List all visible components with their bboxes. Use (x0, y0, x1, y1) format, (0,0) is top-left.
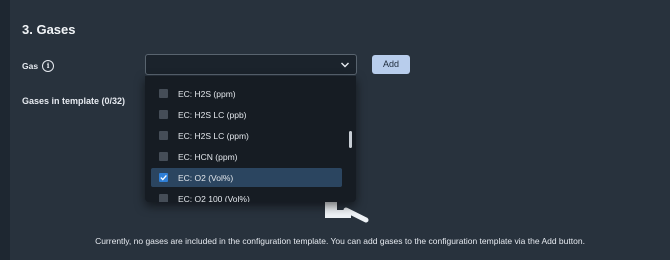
checkbox[interactable] (159, 89, 168, 98)
option-label: EC: O2 100 (Vol%) (178, 193, 250, 203)
chevron-down-icon[interactable] (340, 60, 350, 70)
checkbox-checked[interactable] (159, 173, 168, 182)
dropdown-option[interactable]: EC: H2S (ppm) (151, 84, 342, 103)
gas-dropdown-menu[interactable]: EC: H2S (ppm) EC: H2S LC (ppb) EC: H2S L… (145, 76, 356, 202)
gas-select[interactable] (145, 54, 357, 75)
dropdown-option[interactable]: EC: H2S LC (ppm) (151, 126, 342, 145)
checkbox[interactable] (159, 131, 168, 140)
info-icon[interactable]: i (42, 60, 55, 72)
option-label: EC: H2S (ppm) (178, 88, 236, 99)
option-label: EC: H2S LC (ppm) (178, 130, 249, 141)
option-label: EC: HCN (ppm) (178, 151, 238, 162)
add-button[interactable]: Add (372, 55, 410, 74)
dropdown-option-selected[interactable]: EC: O2 (Vol%) (151, 168, 342, 187)
checkmark-icon (160, 174, 167, 181)
empty-state-message: Currently, no gases are included in the … (95, 236, 585, 246)
checkbox[interactable] (159, 194, 168, 202)
dropdown-option[interactable]: EC: H2S LC (ppb) (151, 105, 342, 124)
dropdown-option[interactable]: EC: HCN (ppm) (151, 147, 342, 166)
checkbox[interactable] (159, 110, 168, 119)
checkbox[interactable] (159, 152, 168, 161)
gas-field-label-group: Gas i (22, 60, 55, 72)
option-label: EC: H2S LC (ppb) (178, 109, 247, 120)
section-title: 3. Gases (22, 22, 76, 37)
gas-field-label: Gas (22, 61, 39, 71)
dropdown-scrollbar[interactable] (349, 131, 352, 148)
gases-in-template-label: Gases in template (0/32) (22, 96, 126, 106)
dropdown-option[interactable]: EC: O2 100 (Vol%) (151, 189, 342, 202)
option-label: EC: O2 (Vol%) (178, 172, 234, 183)
